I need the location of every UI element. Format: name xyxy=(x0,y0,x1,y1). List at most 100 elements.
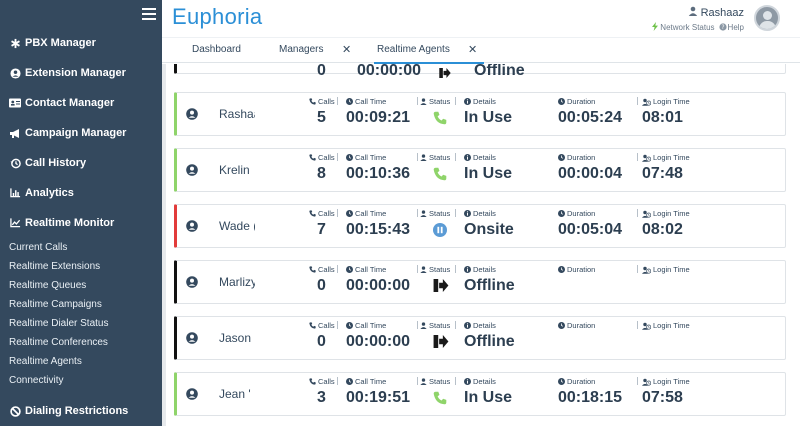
phone-icon xyxy=(309,210,316,217)
duration-label: Duration xyxy=(567,377,596,386)
user-icon xyxy=(420,322,427,329)
clock-icon xyxy=(558,98,565,105)
sidebar-item-label: PBX Manager xyxy=(25,37,96,49)
call-time-label: Call Time xyxy=(355,377,387,386)
sidebar-item-dialing-restrictions[interactable]: Dialing Restrictions xyxy=(9,405,128,417)
tab-managers-close-icon[interactable]: ✕ xyxy=(342,43,351,56)
duration-value: 00:05:24 xyxy=(558,109,623,126)
tab-realtime-agents-close-icon[interactable]: ✕ xyxy=(468,43,477,56)
details-label: Details xyxy=(473,377,496,386)
phone-icon xyxy=(309,154,316,161)
user-menu[interactable]: Rashaaz Network Status ? Help xyxy=(652,6,744,33)
details-field: Details Offline xyxy=(464,321,515,351)
login-time-field: Login Time xyxy=(642,321,690,333)
call-time-value: 00:19:51 xyxy=(346,389,411,406)
info-icon xyxy=(464,154,471,161)
agent-card[interactable]: Marlizy Calls 0 Call Time 00:00:00 Status Deta… xyxy=(174,260,786,304)
details-value: In Use xyxy=(464,109,513,126)
call-time-field: Call Time 00:00:00 xyxy=(346,321,410,351)
status-field: Status xyxy=(420,153,450,162)
sidebar-item-analytics[interactable]: Analytics xyxy=(9,187,74,199)
calls-field: Calls 7 xyxy=(309,209,335,239)
address-card-icon xyxy=(9,97,21,109)
status-field: Status xyxy=(420,97,450,106)
status-label: Status xyxy=(429,265,451,274)
agent-card[interactable]: Krelin Calls 8 Call Time 00:10:36 Status Detai… xyxy=(174,148,786,192)
duration-field: Duration xyxy=(558,321,595,333)
call-time-label: Call Time xyxy=(355,265,387,274)
calls-field: Calls 5 xyxy=(309,97,335,127)
user-clock-icon xyxy=(642,266,651,274)
login-time-field: Login Time xyxy=(642,265,690,277)
duration-label: Duration xyxy=(567,153,596,162)
duration-label: Duration xyxy=(567,97,596,106)
duration-field: Duration 00:18:15 xyxy=(558,377,622,407)
login-time-value: 08:01 xyxy=(642,109,683,126)
clock-icon xyxy=(558,378,565,385)
scrollbar[interactable] xyxy=(162,64,166,426)
submenu-current-calls[interactable]: Current Calls xyxy=(9,242,67,253)
details-label: Details xyxy=(473,265,496,274)
network-status-link[interactable]: Network Status xyxy=(660,23,714,32)
sidebar-item-call-history[interactable]: Call History xyxy=(9,157,86,169)
tab-dashboard[interactable]: Dashboard xyxy=(192,44,241,55)
sidebar-item-pbx-manager[interactable]: PBX Manager xyxy=(9,37,96,49)
sidebar-item-label: Call History xyxy=(25,157,87,169)
submenu-realtime-conferences[interactable]: Realtime Conferences xyxy=(9,337,108,348)
details-value: Onsite xyxy=(464,221,514,238)
clock-icon xyxy=(558,266,565,273)
details-field: Details Offline xyxy=(464,265,515,295)
user-clock-icon xyxy=(642,210,651,218)
login-time-label: Login Time xyxy=(653,321,690,330)
duration-field: Duration xyxy=(558,265,595,277)
sidebar-item-campaign-manager[interactable]: Campaign Manager xyxy=(9,127,126,139)
sidebar-item-contact-manager[interactable]: Contact Manager xyxy=(9,97,114,109)
call-time-field: Call Time 00:09:21 xyxy=(346,97,410,127)
agent-card[interactable]: Jean ' Calls 3 Call Time 00:19:51 Status Detai… xyxy=(174,372,786,416)
calls-value: 8 xyxy=(317,165,326,182)
status-field: Status xyxy=(420,209,450,218)
user-icon xyxy=(688,6,698,19)
details-label: Details xyxy=(473,97,496,106)
details-field: Details In Use xyxy=(464,97,512,127)
calls-value: 5 xyxy=(317,109,326,126)
sidebar-item-extension-manager[interactable]: Extension Manager xyxy=(9,67,126,79)
ban-icon xyxy=(9,405,21,417)
tab-managers[interactable]: Managers xyxy=(279,44,323,55)
submenu-realtime-extensions[interactable]: Realtime Extensions xyxy=(9,261,100,272)
help-link[interactable]: Help xyxy=(728,23,744,32)
call-time-value: 00:10:36 xyxy=(346,165,411,182)
agent-card[interactable]: Wade (Calls 7 Call Time 00:15:43 Status Detai… xyxy=(174,204,786,248)
submenu-realtime-agents[interactable]: Realtime Agents xyxy=(9,356,82,367)
submenu-realtime-queues[interactable]: Realtime Queues xyxy=(9,280,86,291)
clock-icon xyxy=(346,322,353,329)
user-icon xyxy=(420,378,427,385)
phone-icon xyxy=(309,266,316,273)
details-label: Details xyxy=(473,321,496,330)
submenu-connectivity[interactable]: Connectivity xyxy=(9,375,63,386)
details-field: Details Onsite xyxy=(464,209,514,239)
submenu-realtime-dialer-status[interactable]: Realtime Dialer Status xyxy=(9,318,108,329)
svg-text:?: ? xyxy=(721,24,724,31)
user-icon xyxy=(420,210,427,217)
avatar[interactable] xyxy=(754,5,780,31)
tab-realtime-agents[interactable]: Realtime Agents xyxy=(377,44,450,55)
sidebar-item-realtime-monitor[interactable]: Realtime Monitor xyxy=(9,217,114,229)
calls-label: Calls xyxy=(318,377,335,386)
user-circle-icon xyxy=(186,107,198,120)
hamburger-menu-icon[interactable] xyxy=(142,8,156,20)
submenu-realtime-campaigns[interactable]: Realtime Campaigns xyxy=(9,299,102,310)
login-time-label: Login Time xyxy=(653,209,690,218)
agent-card[interactable]: Rashaaz Calls 5 Call Time 00:09:21 Status Deta… xyxy=(174,92,786,136)
phone-icon xyxy=(433,391,447,410)
clock-icon xyxy=(558,154,565,161)
user-circle-icon xyxy=(186,387,198,400)
duration-label: Duration xyxy=(567,265,596,274)
agent-card[interactable]: Jason Calls 0 Call Time 00:00:00 Status Detail… xyxy=(174,316,786,360)
details-value: In Use xyxy=(464,165,513,182)
sidebar: PBX Manager Extension Manager Contact Ma… xyxy=(0,0,162,426)
info-icon xyxy=(464,378,471,385)
user-name: Rashaaz xyxy=(700,6,744,19)
calls-value: 3 xyxy=(317,389,326,406)
agents-list: 0 00:00:00 Offline Rashaaz Calls 5 Call Tim… xyxy=(162,64,800,426)
